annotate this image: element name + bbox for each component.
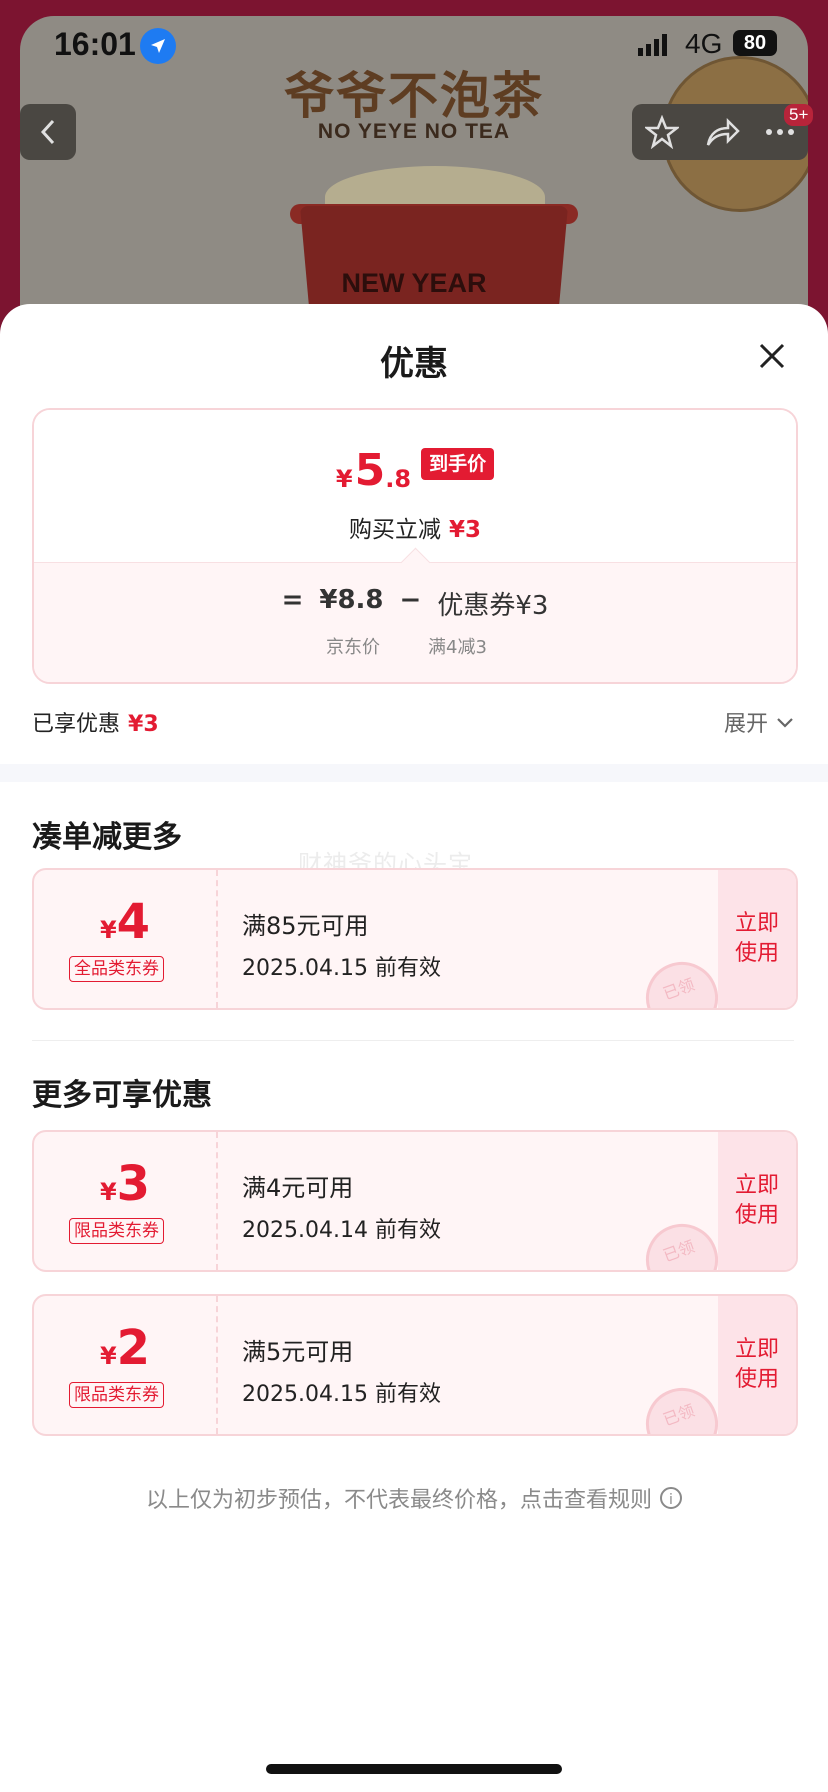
section-title-more: 凑单减更多 (32, 820, 182, 855)
cup-label: NEW YEAR (341, 268, 487, 298)
sheet-title: 优惠 (380, 344, 448, 384)
price-formula: = ¥8.8 − 优惠券¥3 (34, 585, 796, 622)
formula-coupon: 优惠券¥3 (437, 591, 549, 621)
share-icon[interactable] (704, 115, 740, 149)
coupon-condition: 满5元可用 (242, 1338, 354, 1366)
price-integer: 5 (354, 445, 386, 496)
star-icon[interactable] (644, 115, 679, 149)
chevron-left-icon (40, 119, 55, 145)
coupon-currency: ¥ (99, 1342, 117, 1370)
coupon-amount-value: 2 (116, 1320, 151, 1376)
instant-discount: 购买立减 ¥3 (34, 510, 796, 544)
instant-discount-label: 购买立减 (348, 517, 441, 543)
enjoyed-discount: 已享优惠 ¥3 (32, 706, 159, 738)
close-button[interactable] (752, 336, 792, 376)
coupon-amount: ¥4 (34, 894, 216, 950)
close-icon (759, 343, 785, 369)
claimed-stamp: 已领 (635, 1377, 729, 1434)
home-indicator[interactable] (266, 1764, 562, 1774)
coupon-amount-value: 3 (116, 1156, 151, 1212)
final-price: ¥ 5 .8 到手价 (34, 448, 796, 494)
signal-icon (638, 34, 667, 56)
price-decimal: .8 (385, 465, 412, 493)
section-divider (32, 1040, 794, 1041)
coupon-condition: 满85元可用 (242, 912, 369, 940)
coupon-currency: ¥ (99, 1178, 117, 1206)
location-arrow-icon (140, 28, 176, 64)
coupon-value-block: ¥4 全品类东券 (34, 870, 218, 1008)
coupon-card: ¥2 限品类东券 满5元可用 2025.04.15 前有效 已领 立即 使用 (32, 1294, 798, 1436)
use-now-label-1: 立即 (734, 1173, 779, 1198)
use-now-button[interactable]: 立即 使用 (718, 1296, 796, 1434)
footnote-text: 以上仅为初步预估，不代表最终价格，点击查看规则 (145, 1488, 652, 1513)
coupon-condition: 满4元可用 (242, 1174, 354, 1202)
battery-icon: 80 (733, 30, 777, 56)
coupon-value-block: ¥2 限品类东券 (34, 1296, 218, 1434)
final-price-tag: 到手价 (421, 448, 495, 480)
formula-jd-price: ¥8.8 (319, 585, 384, 615)
coupon-currency: ¥ (99, 916, 117, 944)
claimed-stamp: 已领 (635, 1213, 729, 1270)
more-icon[interactable] (765, 127, 795, 137)
back-button[interactable] (20, 104, 76, 160)
use-now-label-1: 立即 (734, 1337, 779, 1362)
coupon-amount: ¥2 (34, 1320, 216, 1376)
status-bar: 16:01 4G 80 (0, 0, 828, 90)
info-icon: i (660, 1487, 682, 1509)
coupon-scope: 限品类东券 (69, 1382, 164, 1408)
formula-minus: − (399, 585, 422, 615)
use-now-button[interactable]: 立即 使用 (718, 870, 796, 1008)
coupon-amount-value: 4 (116, 894, 151, 950)
use-now-label-2: 使用 (734, 941, 779, 966)
instant-discount-value: ¥3 (448, 517, 481, 543)
network-type: 4G (685, 28, 723, 59)
expand-button[interactable]: 展开 (724, 706, 796, 738)
use-now-label-2: 使用 (734, 1203, 779, 1228)
enjoyed-label: 已享优惠 (32, 712, 121, 737)
price-summary-card: ¥ 5 .8 到手价 购买立减 ¥3 = ¥8.8 − 优惠券¥3 京东价 满4减… (32, 408, 798, 684)
coupon-expiry: 2025.04.14 前有效 (242, 1218, 441, 1243)
section-title-enjoy: 更多可享优惠 (32, 1078, 212, 1113)
use-now-button[interactable]: 立即 使用 (718, 1132, 796, 1270)
coupon-expiry: 2025.04.15 前有效 (242, 956, 441, 981)
coupon-card: ¥3 限品类东券 满4元可用 2025.04.14 前有效 已领 立即 使用 (32, 1130, 798, 1272)
summary-top: ¥ 5 .8 到手价 购买立减 ¥3 (34, 410, 796, 562)
coupon-amount: ¥3 (34, 1156, 216, 1212)
claimed-stamp: 已领 (635, 951, 729, 1008)
status-time: 16:01 (54, 26, 136, 62)
coupon-card: ¥4 全品类东券 满85元可用 2025.04.15 前有效 已领 立即 使用 (32, 868, 798, 1010)
summary-breakdown: = ¥8.8 − 优惠券¥3 京东价 满4减3 (34, 562, 796, 682)
coupon-scope: 限品类东券 (69, 1218, 164, 1244)
nav-action-group (632, 104, 808, 160)
expand-label: 展开 (723, 712, 768, 737)
coupon-value-block: ¥3 限品类东券 (34, 1132, 218, 1270)
enjoyed-value: ¥3 (128, 712, 159, 737)
use-now-label-1: 立即 (734, 911, 779, 936)
caption-coupon-rule: 满4减3 (428, 637, 487, 658)
coupon-expiry: 2025.04.15 前有效 (242, 1382, 441, 1407)
chevron-down-icon (777, 718, 793, 728)
section-gap (0, 764, 828, 782)
price-currency: ¥ (335, 465, 353, 493)
coupon-scope: 全品类东券 (69, 956, 164, 982)
caption-jd-price: 京东价 (326, 637, 380, 658)
use-now-label-2: 使用 (734, 1367, 779, 1392)
discount-sheet: 优惠 ¥ 5 .8 到手价 购买立减 ¥3 = ¥8.8 − 优惠券¥3 京东价 (0, 304, 828, 1792)
message-count-badge: 5+ (784, 104, 814, 126)
formula-equals: = (281, 585, 304, 615)
rules-link[interactable]: 以上仅为初步预估，不代表最终价格，点击查看规则 i (0, 1482, 828, 1514)
